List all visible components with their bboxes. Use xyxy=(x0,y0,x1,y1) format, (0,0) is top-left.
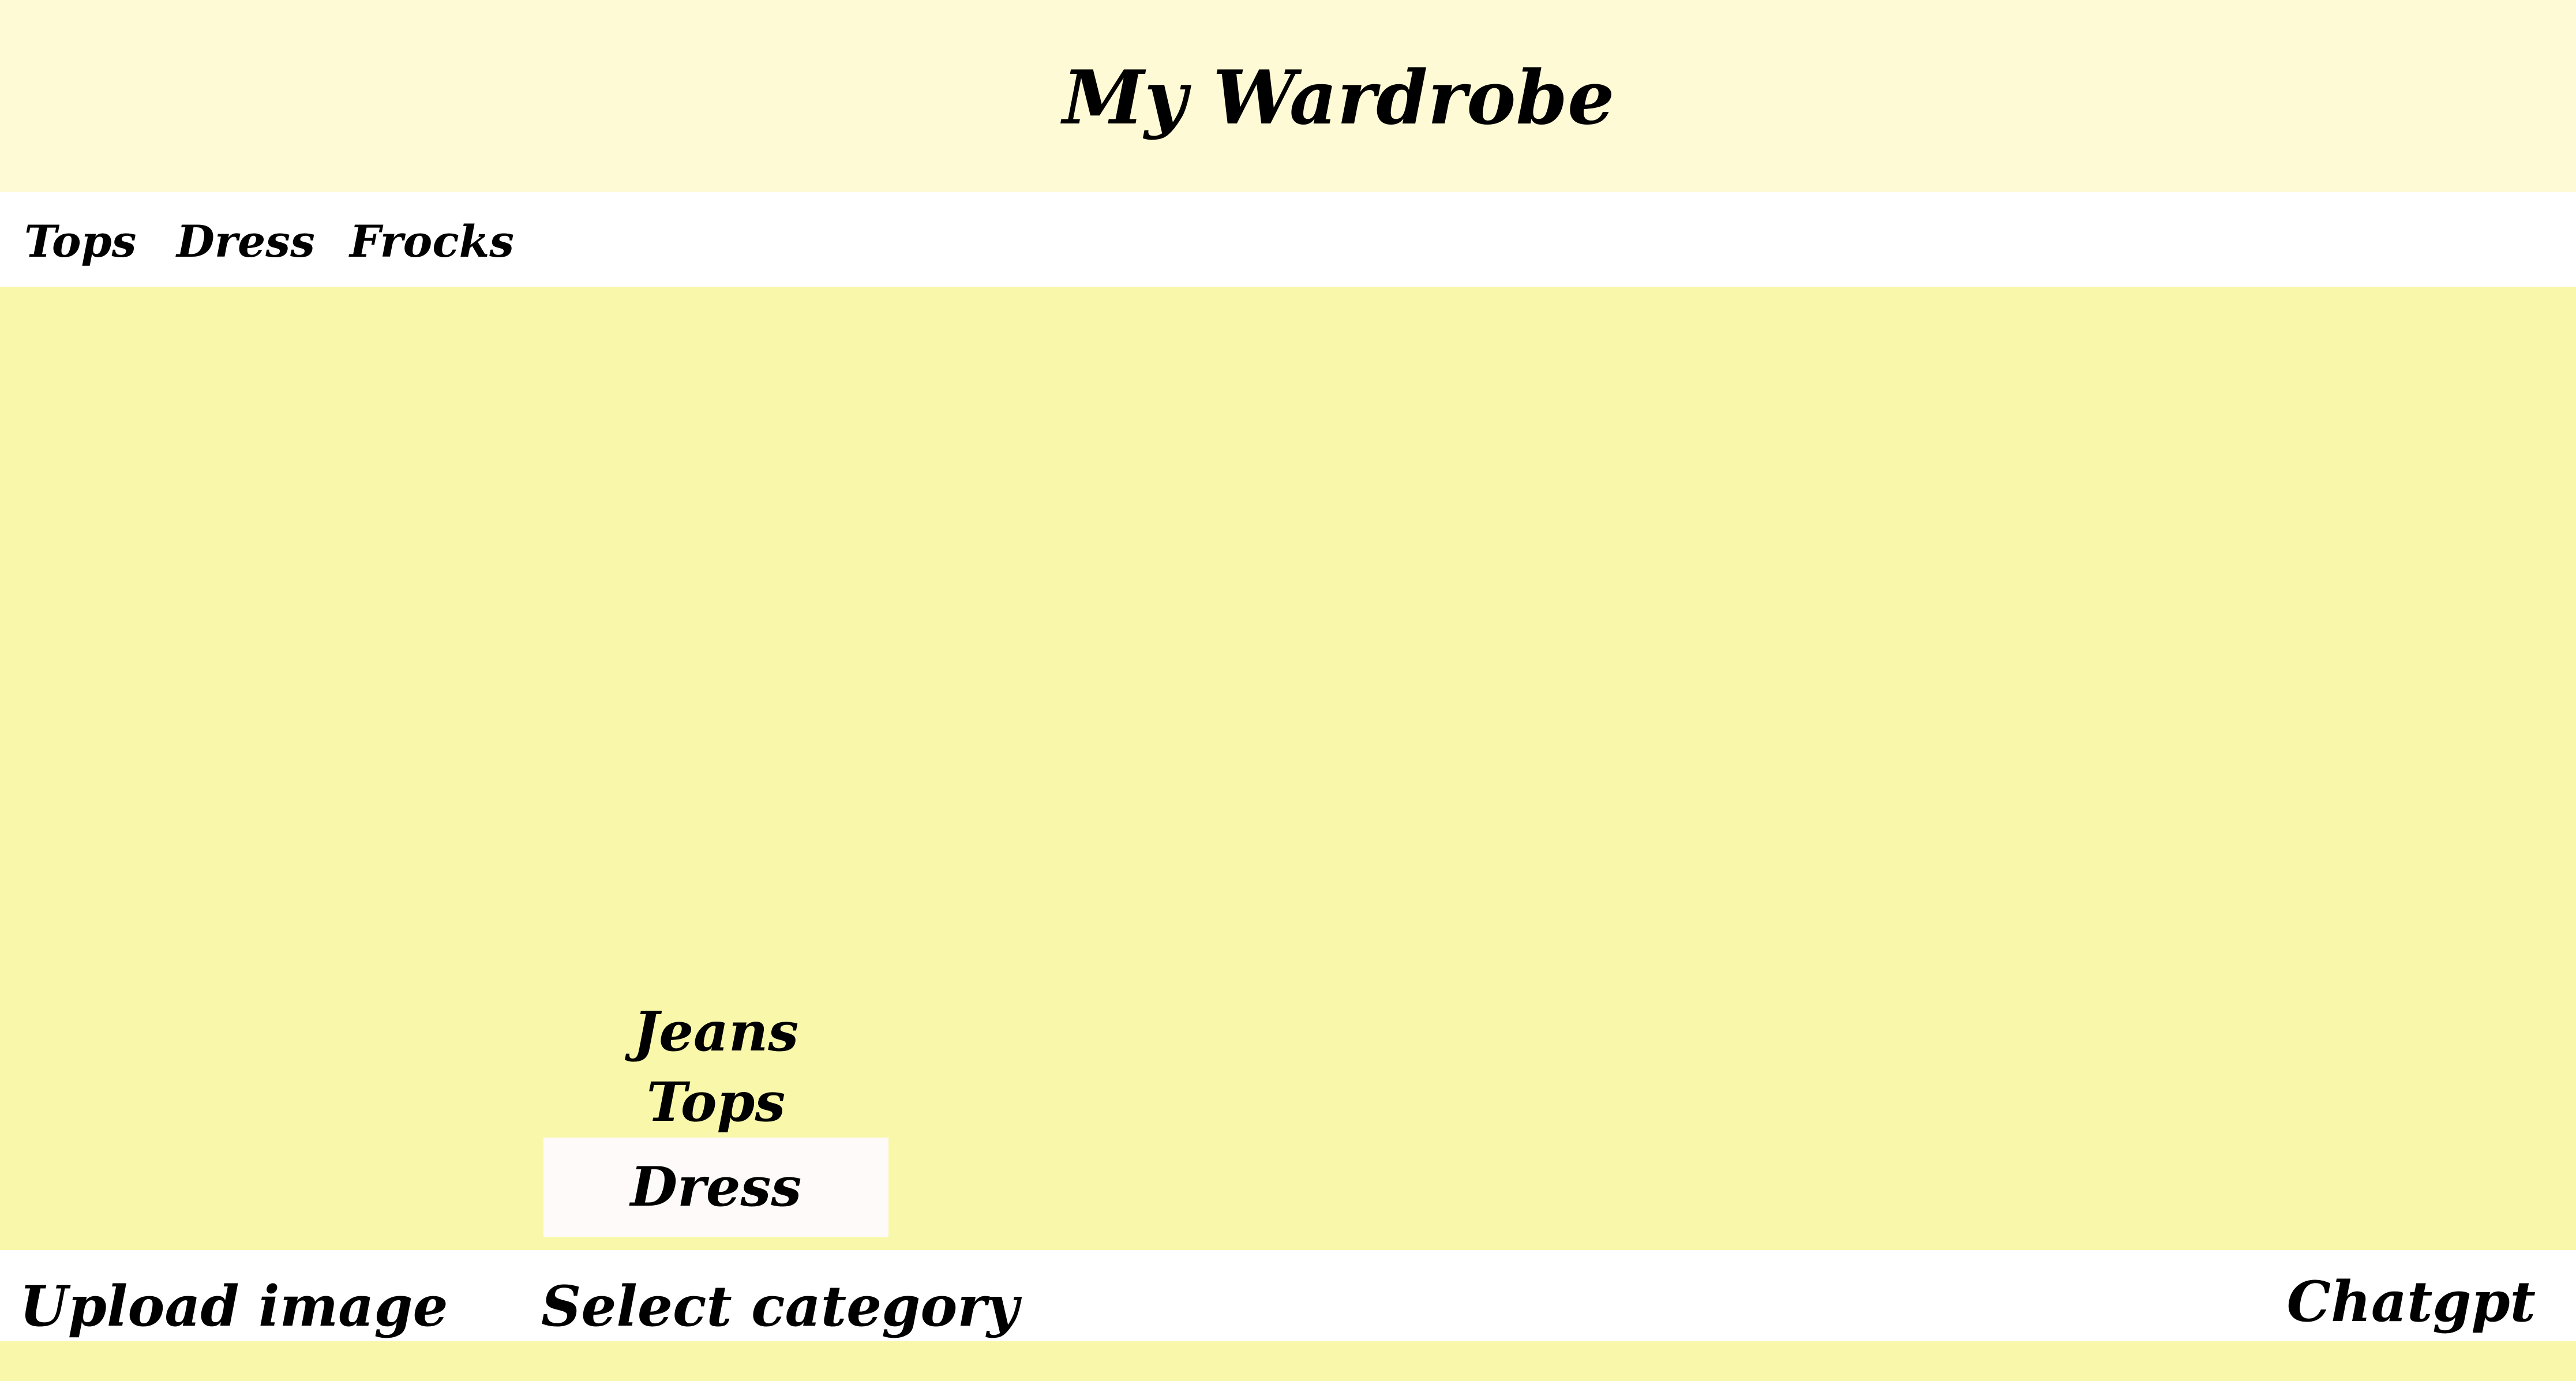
select-category-dropdown[interactable]: Select category xyxy=(541,1272,1019,1341)
footer-toolbar: Upload image Select category Chatgpt xyxy=(0,1250,2576,1341)
chatgpt-button[interactable]: Chatgpt xyxy=(2287,1267,2536,1337)
page-title: My Wardrobe xyxy=(1062,55,1615,141)
nav-item-tops[interactable]: Tops xyxy=(24,213,136,271)
main-content-area xyxy=(0,287,2576,1250)
dropdown-option-tops[interactable]: Tops xyxy=(543,1067,888,1138)
dropdown-option-jeans[interactable]: Jeans xyxy=(543,997,888,1067)
nav-item-dress[interactable]: Dress xyxy=(177,213,315,271)
category-dropdown-menu: Jeans Tops Dress xyxy=(543,997,888,1237)
nav-item-frocks[interactable]: Frocks xyxy=(350,213,514,271)
upload-image-button[interactable]: Upload image xyxy=(20,1272,448,1341)
category-nav: Tops Dress Frocks xyxy=(0,192,2576,287)
header: My Wardrobe xyxy=(0,0,2576,192)
dropdown-option-dress[interactable]: Dress xyxy=(543,1138,888,1237)
